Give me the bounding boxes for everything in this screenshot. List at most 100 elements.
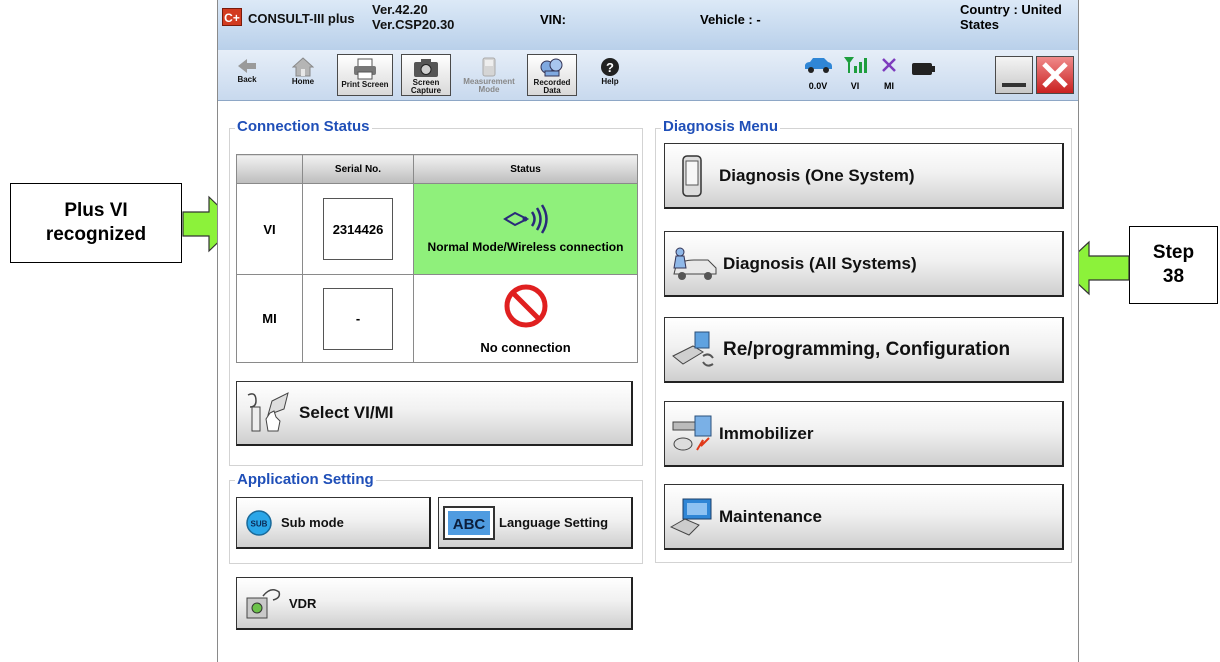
reprogramming-configuration-label: Re/programming, Configuration	[723, 338, 1011, 360]
measurement-icon	[482, 57, 496, 77]
minimize-icon	[1002, 83, 1026, 87]
select-vi-mi-button[interactable]: Select VI/MI	[236, 381, 633, 446]
app-name: CONSULT-III plus	[248, 11, 355, 26]
status-text: Normal Mode/Wireless connection	[427, 240, 624, 254]
application-setting-title: Application Setting	[235, 471, 376, 488]
vi-label: VI	[850, 81, 860, 91]
immobilizer-label: Immobilizer	[719, 423, 814, 443]
header-status: Status	[413, 154, 638, 184]
maintenance-icon	[669, 498, 712, 536]
device-name: VI	[236, 183, 303, 275]
diagnosis-all-systems-label: Diagnosis (All Systems)	[723, 253, 917, 273]
recorded-data-button[interactable]: Recorded Data	[527, 54, 577, 96]
home-icon	[292, 57, 314, 77]
diagnosis-menu-title: Diagnosis Menu	[661, 118, 781, 135]
mi-label: MI	[884, 81, 894, 91]
home-button[interactable]: Home	[278, 54, 328, 96]
recorded-data-icon	[540, 58, 563, 77]
device-name: MI	[236, 274, 303, 363]
diagnosis-all-systems-button[interactable]: Diagnosis (All Systems)	[664, 231, 1064, 297]
callout-right-text: Step 38	[1152, 242, 1195, 287]
handheld-device-icon	[682, 154, 702, 197]
vdr-label: VDR	[289, 595, 317, 611]
reprogramming-icon	[672, 331, 714, 367]
callout-left-text: Plus VI recognized	[45, 200, 147, 245]
reprogramming-configuration-button[interactable]: Re/programming, Configuration	[664, 317, 1064, 383]
serial-cell: 2314426	[302, 183, 414, 275]
screen-capture-label: Screen Capture	[410, 78, 442, 95]
measurement-mode-label: Measurement Mode	[463, 77, 515, 94]
vehicle-label: Vehicle : -	[700, 12, 761, 27]
status-text: No connection	[480, 339, 571, 355]
status-cell: No connection	[413, 274, 638, 363]
diagnosis-one-system-button[interactable]: Diagnosis (One System)	[664, 143, 1064, 209]
country-label: Country : United States	[960, 2, 1062, 32]
close-button[interactable]	[1036, 56, 1074, 94]
print-screen-label: Print Screen	[341, 80, 389, 89]
immobilizer-key-icon	[672, 415, 712, 451]
table-row: MI - No connection	[236, 274, 638, 363]
back-button[interactable]: Back	[222, 54, 272, 96]
language-setting-label: Language Setting	[499, 515, 609, 530]
help-label: Help	[601, 77, 619, 86]
wireless-connection-icon	[502, 204, 548, 234]
screen-capture-button[interactable]: Screen Capture	[401, 54, 451, 96]
battery-icon	[912, 63, 935, 75]
measurement-mode-button[interactable]: Measurement Mode	[461, 54, 517, 96]
callout-step-38: Step 38	[1129, 226, 1218, 304]
header-device	[236, 154, 303, 184]
header-serial: Serial No.	[302, 154, 414, 184]
print-screen-button[interactable]: Print Screen	[337, 54, 393, 96]
svg-text:SUB: SUB	[251, 519, 268, 528]
table-row: VI 2314426 Normal Mode/Wireless connecti…	[236, 183, 638, 275]
back-label: Back	[237, 75, 257, 84]
mechanic-car-icon	[673, 247, 717, 280]
car-icon	[805, 58, 832, 73]
battery-voltage-indicator: 0.0V	[801, 56, 835, 91]
vdr-icon	[246, 589, 281, 619]
no-connection-icon	[504, 284, 547, 327]
signal-strength-icon	[844, 57, 867, 73]
back-arrow-icon	[238, 59, 256, 73]
printer-icon	[354, 58, 376, 80]
language-abc-icon: ABC	[443, 505, 495, 540]
status-cell: Normal Mode/Wireless connection	[413, 183, 638, 275]
sub-mode-button[interactable]: SUB Sub mode	[236, 497, 431, 549]
sub-mode-icon: SUB	[246, 509, 272, 536]
vi-indicator: VI	[838, 56, 872, 91]
serial-value: -	[323, 287, 393, 350]
svg-text:ABC: ABC	[453, 516, 486, 533]
version-line1: Ver.42.20	[372, 2, 428, 17]
title-bar: C+ CONSULT-III plus Ver.42.20 Ver.CSP20.…	[218, 0, 1078, 50]
maintenance-button[interactable]: Maintenance	[664, 484, 1064, 550]
help-button[interactable]: ? Help	[585, 54, 635, 96]
select-vi-mi-icon	[247, 392, 289, 432]
connection-status-title: Connection Status	[235, 118, 372, 135]
camera-icon	[414, 59, 438, 77]
minimize-button[interactable]	[995, 56, 1033, 94]
close-icon	[1042, 62, 1068, 88]
select-vi-mi-label: Select VI/MI	[299, 403, 394, 422]
recorded-data-label: Recorded Data	[533, 78, 571, 95]
consult-logo-icon: C+	[222, 8, 242, 26]
version-line2: Ver.CSP20.30	[372, 17, 455, 32]
vin-label: VIN:	[540, 12, 566, 27]
vdr-button[interactable]: VDR	[236, 577, 633, 630]
serial-value: 2314426	[323, 198, 393, 260]
maintenance-label: Maintenance	[719, 506, 822, 526]
callout-plus-vi-recognized: Plus VI recognized	[10, 183, 182, 263]
svg-text:?: ?	[606, 60, 614, 75]
sub-mode-label: Sub mode	[281, 515, 344, 530]
language-setting-button[interactable]: ABC Language Setting	[438, 497, 633, 549]
mi-indicator: MI	[872, 56, 906, 91]
table-header-row: Serial No. Status	[236, 154, 638, 184]
help-icon: ?	[601, 58, 619, 76]
mi-disconnected-x-icon	[882, 58, 896, 72]
immobilizer-button[interactable]: Immobilizer	[664, 401, 1064, 467]
toolbar: Back Home Print Screen Screen Capture Me…	[218, 50, 1078, 101]
diagnosis-one-system-label: Diagnosis (One System)	[719, 165, 915, 185]
home-label: Home	[291, 77, 315, 86]
voltage-label: 0.0V	[808, 81, 828, 91]
serial-cell: -	[302, 274, 414, 363]
connection-table: Serial No. Status VI 2314426 Normal Mode…	[236, 154, 638, 363]
